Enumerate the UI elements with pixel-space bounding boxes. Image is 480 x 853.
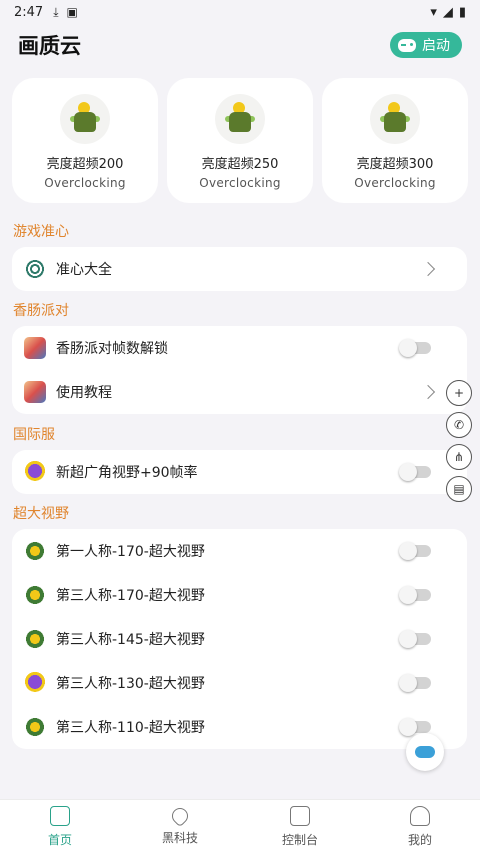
overclock-card-200[interactable]: 亮度超频200 Overclocking (12, 78, 158, 203)
sausage-party-icon (24, 337, 46, 359)
list-item-label: 新超广角视野+90帧率 (56, 465, 198, 481)
card-title: 亮度超频300 (356, 157, 434, 172)
crosshair-icon (24, 258, 46, 280)
nav-label: 黑科技 (161, 831, 198, 845)
game-logo-icon (215, 94, 265, 144)
phone-icon[interactable]: ✆ (446, 412, 472, 438)
game-character-icon (24, 461, 46, 483)
status-time: 2:47 (14, 4, 44, 20)
fov-panel: 第一人称-170-超大视野 第三人称-170-超大视野 第三人称-145-超大视… (12, 529, 467, 749)
cloud-icon (415, 746, 435, 758)
card-subtitle: Overclocking (354, 176, 436, 190)
nav-black-tech[interactable]: 黑科技 (120, 800, 240, 853)
wifi-icon: ▾ (430, 4, 437, 20)
nav-home[interactable]: 首页 (0, 800, 120, 853)
card-title: 亮度超频250 (201, 157, 279, 172)
list-item-label: 第三人称-130-超大视野 (56, 676, 205, 692)
launch-button[interactable]: 启动 (390, 32, 462, 58)
toggle-switch[interactable] (399, 463, 431, 481)
card-title: 亮度超频200 (46, 157, 124, 172)
list-item: 第三人称-130-超大视野 (12, 661, 467, 705)
download-icon: ⤓ (53, 4, 59, 19)
shield-plus-icon[interactable]: + (446, 380, 472, 406)
list-item: 第三人称-145-超大视野 (12, 617, 467, 661)
list-item: 第一人称-170-超大视野 (12, 529, 467, 573)
list-item-label: 香肠派对帧数解锁 (56, 341, 168, 357)
toggle-switch[interactable] (399, 674, 431, 692)
sausage-party-icon (24, 381, 46, 403)
nav-console[interactable]: 控制台 (240, 800, 360, 853)
notification-icon: ▣ (66, 5, 78, 19)
gamepad-icon (398, 38, 416, 52)
status-bar: 2:47 ⤓ ▣ ▾ ◢ ▮ (0, 0, 480, 24)
section-label-sausage: 香肠派对 (13, 303, 69, 319)
nav-label: 首页 (47, 833, 72, 847)
list-item[interactable]: 使用教程 (12, 370, 467, 414)
toggle-switch[interactable] (399, 586, 431, 604)
store-icon[interactable]: ▤ (446, 476, 472, 502)
list-item-label: 第一人称-170-超大视野 (56, 544, 205, 560)
toggle-switch[interactable] (399, 542, 431, 560)
chevron-right-icon (420, 384, 436, 400)
person-icon (410, 806, 430, 826)
list-item-label: 第三人称-110-超大视野 (56, 720, 205, 736)
crosshair-panel: 准心大全 (12, 247, 467, 291)
list-item-label: 第三人称-170-超大视野 (56, 588, 205, 604)
nav-label: 我的 (407, 833, 432, 847)
document-icon (290, 806, 310, 826)
overclock-card-250[interactable]: 亮度超频250 Overclocking (167, 78, 313, 203)
floating-actions: + ✆ ⋔ ▤ (446, 380, 472, 502)
nav-label: 控制台 (281, 833, 318, 847)
game-logo-icon (60, 94, 110, 144)
card-subtitle: Overclocking (199, 176, 281, 190)
cloud-upload-button[interactable] (406, 733, 444, 771)
list-item: 新超广角视野+90帧率 (12, 450, 467, 494)
toggle-switch[interactable] (399, 718, 431, 736)
app-title: 画质云 (18, 34, 81, 58)
list-item: 香肠派对帧数解锁 (12, 326, 467, 370)
toggle-switch[interactable] (399, 630, 431, 648)
game-logo-icon (370, 94, 420, 144)
section-label-crosshair: 游戏准心 (13, 224, 69, 240)
list-item-label: 第三人称-145-超大视野 (56, 632, 205, 648)
list-item-label: 准心大全 (56, 262, 112, 278)
chevron-right-icon (420, 261, 436, 277)
intl-panel: 新超广角视野+90帧率 (12, 450, 467, 494)
overclock-card-300[interactable]: 亮度超频300 Overclocking (322, 78, 468, 203)
section-label-fov: 超大视野 (13, 506, 69, 522)
card-subtitle: Overclocking (44, 176, 126, 190)
list-item-label: 使用教程 (56, 385, 112, 401)
game-character-icon (24, 584, 46, 606)
overclock-cards: 亮度超频200 Overclocking 亮度超频250 Overclockin… (12, 78, 468, 203)
app-bar: 画质云 启动 (0, 24, 480, 66)
heart-icon (168, 804, 192, 828)
list-item: 第三人称-110-超大视野 (12, 705, 467, 749)
list-item: 第三人称-170-超大视野 (12, 573, 467, 617)
battery-icon: ▮ (458, 4, 466, 20)
nav-profile[interactable]: 我的 (360, 800, 480, 853)
signal-icon: ◢ (442, 4, 453, 20)
toggle-switch[interactable] (399, 339, 431, 357)
game-character-icon (24, 628, 46, 650)
share-icon[interactable]: ⋔ (446, 444, 472, 470)
game-character-icon (24, 716, 46, 738)
bottom-nav: 首页 黑科技 控制台 我的 (0, 799, 480, 853)
game-character-icon (24, 540, 46, 562)
game-character-icon (24, 672, 46, 694)
home-icon (50, 806, 70, 826)
sausage-panel: 香肠派对帧数解锁 使用教程 (12, 326, 467, 414)
launch-label: 启动 (422, 38, 450, 54)
section-label-intl: 国际服 (13, 427, 55, 443)
list-item[interactable]: 准心大全 (12, 247, 467, 291)
